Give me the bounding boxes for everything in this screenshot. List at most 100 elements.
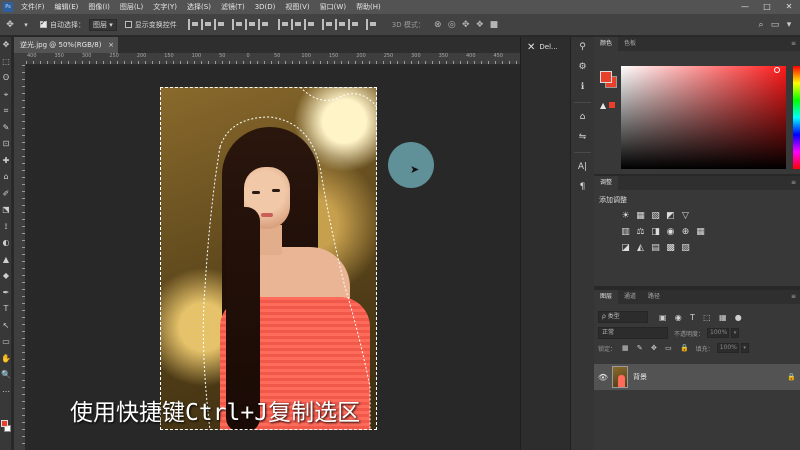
blend-mode-dropdown[interactable]: 正常 (598, 327, 668, 339)
selective-color-icon[interactable]: ▨ (678, 243, 693, 253)
align-right-icon[interactable] (257, 19, 269, 30)
distribute-left-icon[interactable] (321, 19, 333, 30)
vertical-ruler[interactable] (14, 65, 26, 450)
auto-select-target-dropdown[interactable]: 图层 ▾ (89, 18, 117, 31)
color-picker-marker[interactable] (774, 67, 780, 73)
vibrance-icon[interactable]: ▽ (678, 211, 693, 221)
tool-preset-dropdown-icon[interactable]: ▾ (20, 19, 32, 31)
brush-settings-icon[interactable]: ⌂ (571, 107, 594, 127)
color-picker-field[interactable] (621, 66, 786, 169)
exposure-icon[interactable]: ◩ (663, 211, 678, 221)
color-lookup-icon[interactable]: ▦ (693, 227, 708, 237)
panel-menu-icon[interactable]: ≡ (791, 40, 796, 47)
filter-pixel-icon[interactable]: ▣ (659, 313, 667, 322)
rectangle-tool-icon[interactable]: ▭ (0, 334, 12, 351)
black-white-icon[interactable]: ◨ (648, 227, 663, 237)
info-icon[interactable]: ℹ (571, 77, 594, 97)
maximize-button[interactable]: □ (756, 0, 778, 14)
menu-file[interactable]: 文件(F) (16, 2, 50, 12)
dodge-tool-icon[interactable]: ◆ (0, 268, 12, 285)
opacity-dropdown-icon[interactable]: ▾ (731, 328, 740, 338)
menu-type[interactable]: 文字(Y) (148, 2, 182, 12)
crop-tool-icon[interactable]: ⌗ (0, 103, 12, 120)
distribute-vcenter-icon[interactable] (290, 19, 302, 30)
filter-smart-object-icon[interactable]: ▦ (719, 313, 727, 322)
gamut-warning-icon[interactable]: ▲ (600, 101, 606, 110)
quick-select-tool-icon[interactable]: ⌖ (0, 87, 12, 104)
3d-drag-icon[interactable]: ✥ (459, 20, 473, 30)
path-selection-tool-icon[interactable]: ↖ (0, 318, 12, 335)
more-tools-icon[interactable]: ⋯ (0, 384, 12, 401)
lasso-tool-icon[interactable]: ʘ (0, 70, 12, 87)
character-icon[interactable]: A| (571, 157, 594, 177)
distribute-hcenter-icon[interactable] (334, 19, 346, 30)
tab-layers[interactable]: 图层 (594, 290, 619, 304)
hand-tool-icon[interactable]: ✋ (0, 351, 12, 368)
menu-help[interactable]: 帮助(H) (351, 2, 386, 12)
panel-menu-icon[interactable]: ≡ (791, 293, 796, 300)
threshold-icon[interactable]: ▤ (648, 243, 663, 253)
marquee-tool-icon[interactable]: ⬚ (0, 54, 12, 71)
healing-brush-tool-icon[interactable]: ✚ (0, 153, 12, 170)
photoshop-logo[interactable]: Ps (0, 0, 16, 14)
align-left-icon[interactable] (231, 19, 243, 30)
menu-window[interactable]: 窗口(W) (315, 2, 351, 12)
menu-select[interactable]: 选择(S) (182, 2, 216, 12)
filter-type-icon[interactable]: T (690, 313, 695, 322)
tab-color[interactable]: 颜色 (594, 37, 619, 51)
distribute-top-icon[interactable] (277, 19, 289, 30)
channel-mixer-icon[interactable]: ⊕ (678, 227, 693, 237)
tab-swatches[interactable]: 色板 (618, 37, 642, 51)
document-image[interactable] (160, 87, 377, 430)
lock-artboard-icon[interactable]: ▭ (665, 344, 672, 352)
layer-row-background[interactable]: 👁 背景 🔒 (594, 364, 800, 390)
distribute-right-icon[interactable] (347, 19, 359, 30)
lock-image-icon[interactable]: ✎ (637, 344, 643, 352)
pen-tool-icon[interactable]: ✒ (0, 285, 12, 302)
3d-roll-icon[interactable]: ◎ (445, 20, 459, 30)
minimize-button[interactable]: — (734, 0, 756, 14)
hue-slider[interactable] (793, 66, 800, 169)
menu-filter[interactable]: 滤镜(T) (216, 2, 250, 12)
paragraph-icon[interactable]: ¶ (571, 177, 594, 197)
canvas-area[interactable]: ➤ 使用快捷键Ctrl+J复制选区 (26, 65, 520, 450)
align-bottom-icon[interactable] (213, 19, 225, 30)
ruler-origin[interactable] (14, 53, 26, 65)
move-tool-icon[interactable]: ✥ (4, 19, 16, 31)
color-panel-fg-swatch[interactable] (600, 71, 612, 83)
search-icon[interactable]: ⌕ (754, 19, 768, 31)
levels-icon[interactable]: ▦ (633, 211, 648, 221)
frame-tool-icon[interactable]: ⊡ (0, 136, 12, 153)
photo-filter-icon[interactable]: ◉ (663, 227, 678, 237)
3d-scale-icon[interactable]: ■ (487, 20, 501, 30)
filter-shape-icon[interactable]: ⬚ (703, 313, 711, 322)
color-swatches[interactable] (1, 420, 11, 434)
lock-all-icon[interactable]: 🔒 (680, 344, 689, 352)
menu-image[interactable]: 图像(I) (83, 2, 115, 12)
close-window-button[interactable]: ✕ (778, 0, 800, 14)
panel-menu-icon[interactable]: ≡ (791, 179, 796, 186)
align-top-icon[interactable] (187, 19, 199, 30)
gradient-tool-icon[interactable]: ◐ (0, 235, 12, 252)
filter-adjustment-icon[interactable]: ◉ (675, 313, 682, 322)
hue-saturation-icon[interactable]: ▥ (618, 227, 633, 237)
invert-icon[interactable]: ◪ (618, 243, 633, 253)
workspace-icon[interactable]: ▭ (768, 19, 782, 31)
close-document-icon[interactable]: × (108, 37, 114, 53)
menu-3d[interactable]: 3D(D) (250, 3, 281, 11)
color-balance-icon[interactable]: ⚖ (633, 227, 648, 237)
gradient-map-icon[interactable]: ▩ (663, 243, 678, 253)
align-vcenter-icon[interactable] (200, 19, 212, 30)
opacity-input[interactable]: 100% (707, 328, 730, 338)
menu-layer[interactable]: 图层(L) (115, 2, 148, 12)
menu-view[interactable]: 视图(V) (280, 2, 314, 12)
zoom-tool-icon[interactable]: 🔍 (0, 367, 12, 384)
3d-rotate-icon[interactable]: ⊗ (431, 20, 445, 30)
workspace-dropdown-icon[interactable]: ▾ (782, 19, 796, 31)
tab-channels[interactable]: 通道 (618, 290, 642, 304)
fill-dropdown-icon[interactable]: ▾ (740, 343, 749, 353)
menu-edit[interactable]: 编辑(E) (50, 2, 84, 12)
distribute-bottom-icon[interactable] (303, 19, 315, 30)
brush-tool-icon[interactable]: ✐ (0, 186, 12, 203)
brightness-icon[interactable]: ☀ (618, 211, 633, 221)
